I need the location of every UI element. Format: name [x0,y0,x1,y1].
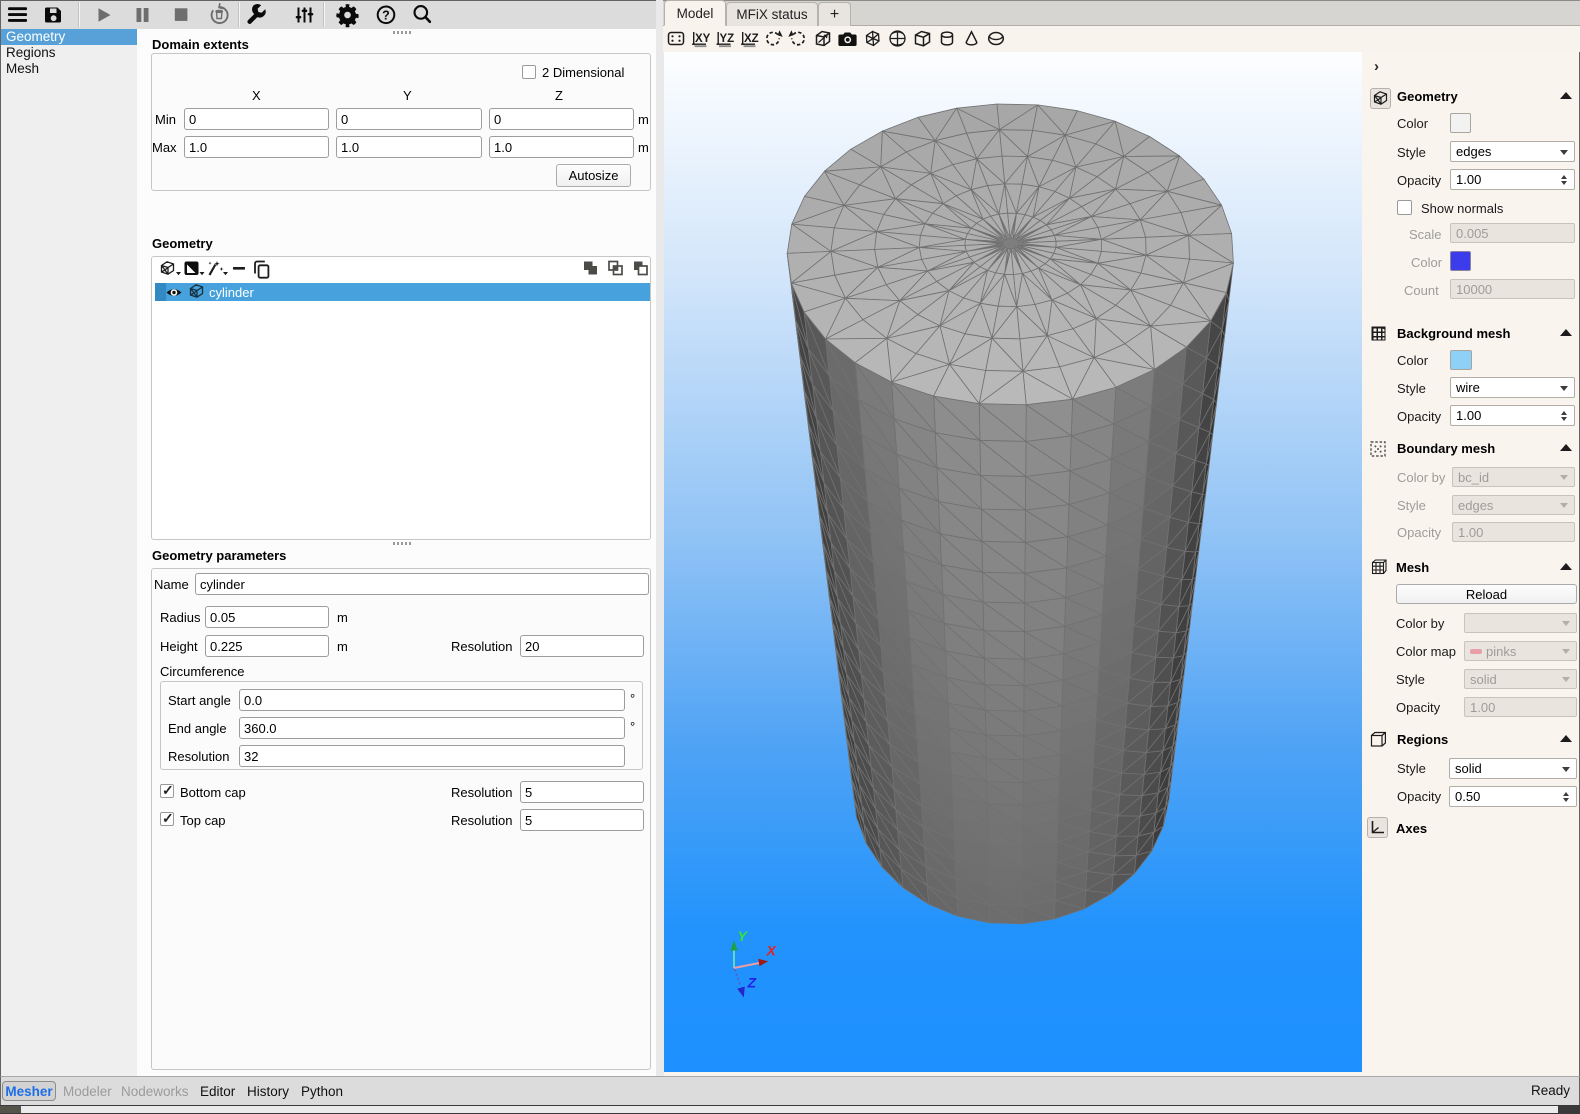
svg-text:Z: Z [747,975,757,991]
svg-text:XY: XY [695,33,711,45]
svg-text:?: ? [382,9,390,23]
svg-text:YZ: YZ [720,33,735,45]
svg-text:X: X [766,943,778,959]
svg-text:XZ: XZ [744,33,759,45]
